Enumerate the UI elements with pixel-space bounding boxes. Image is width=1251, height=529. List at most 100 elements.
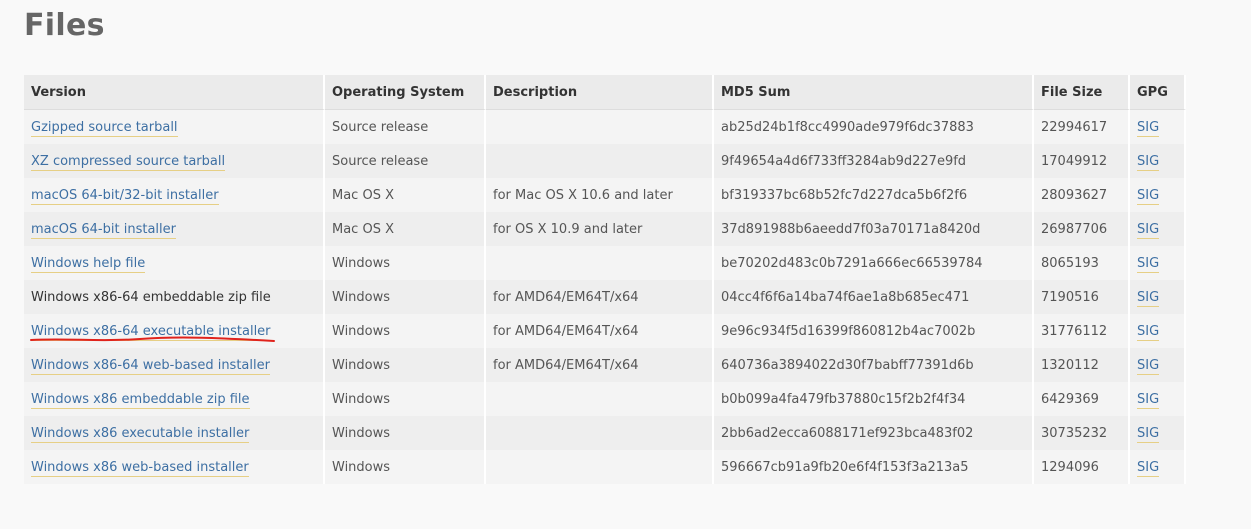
cell-version: macOS 64-bit/32-bit installer bbox=[24, 178, 325, 212]
download-link[interactable]: Windows help file bbox=[31, 255, 146, 273]
cell-gpg: SIG bbox=[1130, 450, 1186, 484]
cell-file-size: 26987706 bbox=[1034, 212, 1130, 246]
cell-description bbox=[486, 450, 714, 484]
cell-md5-sum: bf319337bc68b52fc7d227dca5b6f2f6 bbox=[714, 178, 1034, 212]
cell-md5-sum: b0b099a4fa479fb37880c15f2b2f4f34 bbox=[714, 382, 1034, 416]
sig-link[interactable]: SIG bbox=[1137, 255, 1160, 273]
table-row: macOS 64-bit/32-bit installer Mac OS Xfor… bbox=[24, 178, 1186, 212]
cell-version: XZ compressed source tarball bbox=[24, 144, 325, 178]
cell-gpg: SIG bbox=[1130, 314, 1186, 348]
header-md5-sum: MD5 Sum bbox=[714, 75, 1034, 110]
download-link[interactable]: macOS 64-bit installer bbox=[31, 221, 176, 239]
cell-file-size: 31776112 bbox=[1034, 314, 1130, 348]
cell-version: macOS 64-bit installer bbox=[24, 212, 325, 246]
table-row: Windows help file Windows be70202d483c0b72… bbox=[24, 246, 1186, 280]
sig-link[interactable]: SIG bbox=[1137, 391, 1160, 409]
cell-operating-system: Source release bbox=[325, 110, 486, 144]
cell-md5-sum: be70202d483c0b7291a666ec66539784 bbox=[714, 246, 1034, 280]
cell-version: Windows x86-64 web-based installer bbox=[24, 348, 325, 382]
cell-gpg: SIG bbox=[1130, 416, 1186, 450]
cell-operating-system: Windows bbox=[325, 450, 486, 484]
cell-file-size: 1294096 bbox=[1034, 450, 1130, 484]
cell-operating-system: Source release bbox=[325, 144, 486, 178]
cell-md5-sum: 9e96c934f5d16399f860812b4ac7002b bbox=[714, 314, 1034, 348]
cell-md5-sum: 04cc4f6f6a14ba74f6ae1a8b685ec471 bbox=[714, 280, 1034, 314]
cell-operating-system: Windows bbox=[325, 280, 486, 314]
cell-file-size: 8065193 bbox=[1034, 246, 1130, 280]
cell-operating-system: Windows bbox=[325, 348, 486, 382]
download-link[interactable]: Windows x86-64 web-based installer bbox=[31, 357, 270, 375]
sig-link[interactable]: SIG bbox=[1137, 323, 1160, 341]
download-link[interactable]: Windows x86-64 executable installer bbox=[31, 323, 271, 341]
sig-link[interactable]: SIG bbox=[1137, 459, 1160, 477]
page-title: Files bbox=[24, 8, 105, 43]
cell-operating-system: Windows bbox=[325, 382, 486, 416]
cell-operating-system: Windows bbox=[325, 416, 486, 450]
cell-file-size: 28093627 bbox=[1034, 178, 1130, 212]
cell-md5-sum: 37d891988b6aeedd7f03a70171a8420d bbox=[714, 212, 1034, 246]
cell-description: for OS X 10.9 and later bbox=[486, 212, 714, 246]
sig-link[interactable]: SIG bbox=[1137, 119, 1160, 137]
cell-version: Windows x86-64 embeddable zip file bbox=[24, 280, 325, 314]
cell-gpg: SIG bbox=[1130, 144, 1186, 178]
download-link[interactable]: Windows x86 web-based installer bbox=[31, 459, 249, 477]
cell-gpg: SIG bbox=[1130, 246, 1186, 280]
cell-description: for AMD64/EM64T/x64 bbox=[486, 280, 714, 314]
download-link[interactable]: Windows x86 executable installer bbox=[31, 425, 250, 443]
header-file-size: File Size bbox=[1034, 75, 1130, 110]
cell-md5-sum: 640736a3894022d30f7babff77391d6b bbox=[714, 348, 1034, 382]
table-row: XZ compressed source tarball Source relea… bbox=[24, 144, 1186, 178]
cell-md5-sum: ab25d24b1f8cc4990ade979f6dc37883 bbox=[714, 110, 1034, 144]
cell-gpg: SIG bbox=[1130, 382, 1186, 416]
download-label: Windows x86-64 embeddable zip file bbox=[31, 289, 271, 305]
cell-file-size: 7190516 bbox=[1034, 280, 1130, 314]
cell-version: Windows x86-64 executable installer bbox=[24, 314, 325, 348]
cell-version: Windows help file bbox=[24, 246, 325, 280]
download-link[interactable]: Gzipped source tarball bbox=[31, 119, 178, 137]
header-version: Version bbox=[24, 75, 325, 110]
cell-version: Windows x86 embeddable zip file bbox=[24, 382, 325, 416]
sig-link[interactable]: SIG bbox=[1137, 187, 1160, 205]
sig-link[interactable]: SIG bbox=[1137, 357, 1160, 375]
cell-gpg: SIG bbox=[1130, 178, 1186, 212]
cell-operating-system: Windows bbox=[325, 246, 486, 280]
cell-description: for Mac OS X 10.6 and later bbox=[486, 178, 714, 212]
sig-link[interactable]: SIG bbox=[1137, 221, 1160, 239]
sig-link[interactable]: SIG bbox=[1137, 153, 1160, 171]
cell-description bbox=[486, 246, 714, 280]
table-header-row: Version Operating System Description MD5… bbox=[24, 75, 1186, 110]
cell-description: for AMD64/EM64T/x64 bbox=[486, 348, 714, 382]
cell-version: Windows x86 executable installer bbox=[24, 416, 325, 450]
cell-description bbox=[486, 110, 714, 144]
cell-version: Windows x86 web-based installer bbox=[24, 450, 325, 484]
cell-description bbox=[486, 416, 714, 450]
sig-link[interactable]: SIG bbox=[1137, 425, 1160, 443]
cell-description: for AMD64/EM64T/x64 bbox=[486, 314, 714, 348]
table-row: Windows x86-64 embeddable zip file Window… bbox=[24, 280, 1186, 314]
download-link[interactable]: macOS 64-bit/32-bit installer bbox=[31, 187, 219, 205]
cell-md5-sum: 596667cb91a9fb20e6f4f153f3a213a5 bbox=[714, 450, 1034, 484]
cell-operating-system: Windows bbox=[325, 314, 486, 348]
table-row: Gzipped source tarball Source release ab25… bbox=[24, 110, 1186, 144]
cell-md5-sum: 9f49654a4d6f733ff3284ab9d227e9fd bbox=[714, 144, 1034, 178]
cell-version: Gzipped source tarball bbox=[24, 110, 325, 144]
cell-file-size: 22994617 bbox=[1034, 110, 1130, 144]
header-description: Description bbox=[486, 75, 714, 110]
download-link[interactable]: Windows x86 embeddable zip file bbox=[31, 391, 250, 409]
table-row: Windows x86 web-based installer Windows 59… bbox=[24, 450, 1186, 484]
table-row: Windows x86 executable installer Windows 2… bbox=[24, 416, 1186, 450]
cell-file-size: 30735232 bbox=[1034, 416, 1130, 450]
cell-file-size: 1320112 bbox=[1034, 348, 1130, 382]
cell-gpg: SIG bbox=[1130, 212, 1186, 246]
cell-md5-sum: 2bb6ad2ecca6088171ef923bca483f02 bbox=[714, 416, 1034, 450]
cell-gpg: SIG bbox=[1130, 110, 1186, 144]
cell-file-size: 6429369 bbox=[1034, 382, 1130, 416]
cell-gpg: SIG bbox=[1130, 348, 1186, 382]
table-row: Windows x86 embeddable zip file Windows b0… bbox=[24, 382, 1186, 416]
files-table: Version Operating System Description MD5… bbox=[24, 75, 1186, 484]
sig-link[interactable]: SIG bbox=[1137, 289, 1160, 307]
table-row: Windows x86-64 executable installer Windo… bbox=[24, 314, 1186, 348]
cell-description bbox=[486, 382, 714, 416]
cell-description bbox=[486, 144, 714, 178]
download-link[interactable]: XZ compressed source tarball bbox=[31, 153, 226, 171]
